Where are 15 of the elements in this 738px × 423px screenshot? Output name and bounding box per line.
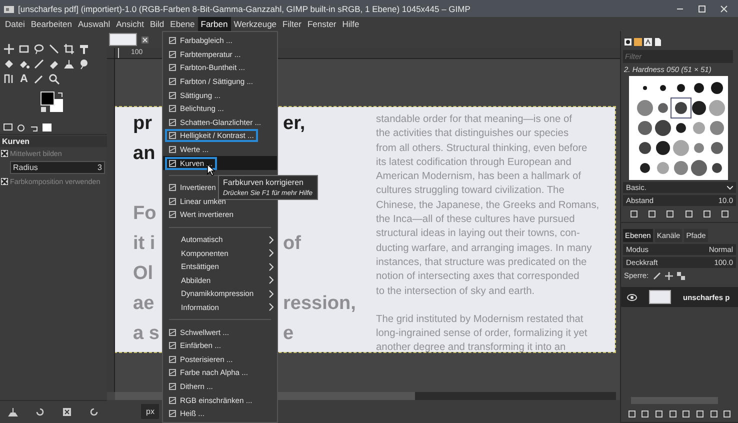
window-title: [unscharfes pdf] (importiert)-1.0 (RGB-Farben 8-Bit-Gamma-Ganzzahl, GIMP built-in sRGB, 1 Ebene) 1045x445 – GIMP	[18, 4, 472, 14]
heading-text: ression,	[283, 293, 356, 315]
heading-text: an	[133, 143, 156, 165]
heading-text: Ol	[133, 263, 154, 285]
heading-text: pr	[133, 113, 152, 135]
heading-text: er,	[283, 113, 306, 135]
heading-text: ae	[133, 293, 154, 315]
panel-title: Kurven	[0, 136, 107, 147]
heading-text: e	[283, 323, 294, 345]
heading-text: it i	[133, 233, 156, 255]
heading-text: of	[283, 233, 301, 255]
body-paragraph: standable order for that meaning—is one of the activities that distinguishes our species from all others. Structural thinking, even before its latest codification through European and American Modernism, has been a hallmark of cultures struggling toward civilization. The Chinese, the Japanese, the Greeks and Romans, the Inca—all of these cultures have pursued structural ideas in laying out their towns, con- ducting warfare, and arranging images. In many instances, that structure was predicated on the notion of intersecting axes that corresponded to the intersection of sky and earth.	[376, 113, 600, 299]
tooltip-title: Farbkurven korrigieren	[223, 178, 304, 187]
heading-text: a s	[133, 323, 160, 345]
heading-text: Fo	[133, 203, 156, 225]
